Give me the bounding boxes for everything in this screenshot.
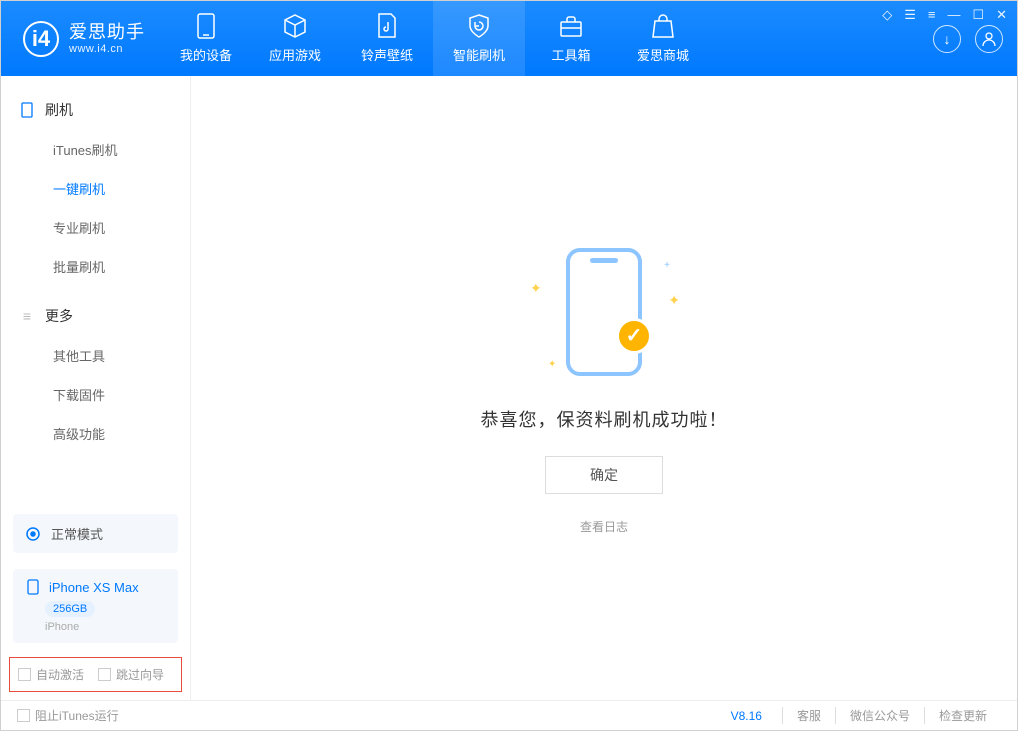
nav-my-device[interactable]: 我的设备 — [163, 1, 249, 76]
group-title: 更多 — [45, 306, 73, 326]
sidebar: 刷机 iTunes刷机 一键刷机 专业刷机 批量刷机 ≡ 更多 其他工具 下载固… — [1, 76, 191, 700]
window-list-icon[interactable]: ≡ — [928, 7, 936, 23]
device-mode[interactable]: 正常模式 — [13, 514, 178, 553]
nav-label: 铃声壁纸 — [361, 45, 413, 64]
option-auto-activate[interactable]: 自动激活 — [18, 666, 84, 683]
footer-link-wechat[interactable]: 微信公众号 — [835, 707, 924, 724]
window-skin-icon[interactable]: ◇ — [882, 7, 892, 23]
mode-label: 正常模式 — [51, 524, 103, 543]
checkbox-icon — [98, 668, 111, 681]
window-minimize-icon[interactable]: — — [947, 7, 960, 23]
footer-link-update[interactable]: 检查更新 — [924, 707, 1001, 724]
app-domain: www.i4.cn — [69, 43, 145, 56]
sidebar-group-flash: 刷机 — [1, 94, 190, 130]
ok-button[interactable]: 确定 — [545, 456, 663, 494]
music-file-icon — [374, 13, 400, 39]
toolbox-icon — [558, 13, 584, 39]
footer-link-support[interactable]: 客服 — [782, 707, 835, 724]
view-log-link[interactable]: 查看日志 — [580, 518, 628, 535]
sidebar-group-more: ≡ 更多 — [1, 300, 190, 336]
sidebar-item-batch-flash[interactable]: 批量刷机 — [1, 247, 190, 286]
sidebar-item-itunes-flash[interactable]: iTunes刷机 — [1, 130, 190, 169]
bag-icon — [650, 13, 676, 39]
list-icon: ≡ — [19, 308, 35, 324]
nav-toolbox[interactable]: 工具箱 — [525, 1, 617, 76]
main-nav: 我的设备 应用游戏 铃声壁纸 智能刷机 工具箱 爱思商城 — [163, 1, 709, 76]
mode-icon — [25, 526, 41, 542]
window-controls: ◇ ☰ ≡ — ☐ ✕ — [882, 7, 1007, 23]
window-close-icon[interactable]: ✕ — [996, 7, 1007, 23]
footer: 阻止iTunes运行 V8.16 客服 微信公众号 检查更新 — [1, 700, 1017, 730]
sparkle-icon: + — [664, 260, 670, 271]
cube-icon — [282, 13, 308, 39]
group-title: 刷机 — [45, 100, 73, 120]
nav-apps-games[interactable]: 应用游戏 — [249, 1, 341, 76]
main-content: ✦ ✦ ✦ + ✓ 恭喜您，保资料刷机成功啦！ 确定 查看日志 — [191, 76, 1017, 700]
header-right: ↓ — [933, 25, 1017, 53]
header: i4 爱思助手 www.i4.cn 我的设备 应用游戏 铃声壁纸 智能刷机 工具… — [1, 1, 1017, 76]
option-skip-guide[interactable]: 跳过向导 — [98, 666, 164, 683]
phone-icon — [25, 579, 41, 595]
download-button[interactable]: ↓ — [933, 25, 961, 53]
nav-smart-flash[interactable]: 智能刷机 — [433, 1, 525, 76]
window-menu-icon[interactable]: ☰ — [904, 7, 916, 23]
sidebar-item-other-tools[interactable]: 其他工具 — [1, 336, 190, 375]
app-logo[interactable]: i4 爱思助手 www.i4.cn — [1, 21, 163, 57]
app-name: 爱思助手 — [69, 22, 145, 43]
sidebar-item-advanced[interactable]: 高级功能 — [1, 414, 190, 453]
device-info[interactable]: iPhone XS Max 256GB iPhone — [13, 569, 178, 643]
version-label: V8.16 — [731, 709, 762, 723]
flash-options: 自动激活 跳过向导 — [9, 657, 182, 692]
logo-icon: i4 — [23, 21, 59, 57]
success-message: 恭喜您，保资料刷机成功啦！ — [481, 406, 728, 432]
nav-label: 智能刷机 — [453, 45, 505, 64]
nav-label: 应用游戏 — [269, 45, 321, 64]
sparkle-icon: ✦ — [530, 280, 542, 297]
device-type: iPhone — [45, 621, 79, 633]
device-capacity: 256GB — [45, 601, 95, 617]
check-badge-icon: ✓ — [616, 318, 652, 354]
sparkle-icon: ✦ — [548, 359, 556, 370]
device-name: iPhone XS Max — [49, 580, 139, 595]
sparkle-icon: ✦ — [668, 292, 680, 309]
sidebar-item-pro-flash[interactable]: 专业刷机 — [1, 208, 190, 247]
phone-outline-icon — [566, 248, 642, 376]
body: 刷机 iTunes刷机 一键刷机 专业刷机 批量刷机 ≡ 更多 其他工具 下载固… — [1, 76, 1017, 700]
nav-label: 爱思商城 — [637, 45, 689, 64]
success-illustration: ✦ ✦ ✦ + ✓ — [524, 242, 684, 382]
nav-label: 我的设备 — [180, 45, 232, 64]
option-block-itunes[interactable]: 阻止iTunes运行 — [17, 707, 119, 724]
window-maximize-icon[interactable]: ☐ — [972, 7, 984, 23]
nav-ringtone-wallpaper[interactable]: 铃声壁纸 — [341, 1, 433, 76]
account-button[interactable] — [975, 25, 1003, 53]
device-icon — [193, 13, 219, 39]
checkbox-icon — [17, 709, 30, 722]
nav-label: 工具箱 — [551, 45, 590, 64]
checkbox-icon — [18, 668, 31, 681]
phone-refresh-icon — [19, 102, 35, 118]
nav-store[interactable]: 爱思商城 — [617, 1, 709, 76]
sidebar-item-onekey-flash[interactable]: 一键刷机 — [1, 169, 190, 208]
shield-refresh-icon — [466, 13, 492, 39]
sidebar-item-download-firmware[interactable]: 下载固件 — [1, 375, 190, 414]
